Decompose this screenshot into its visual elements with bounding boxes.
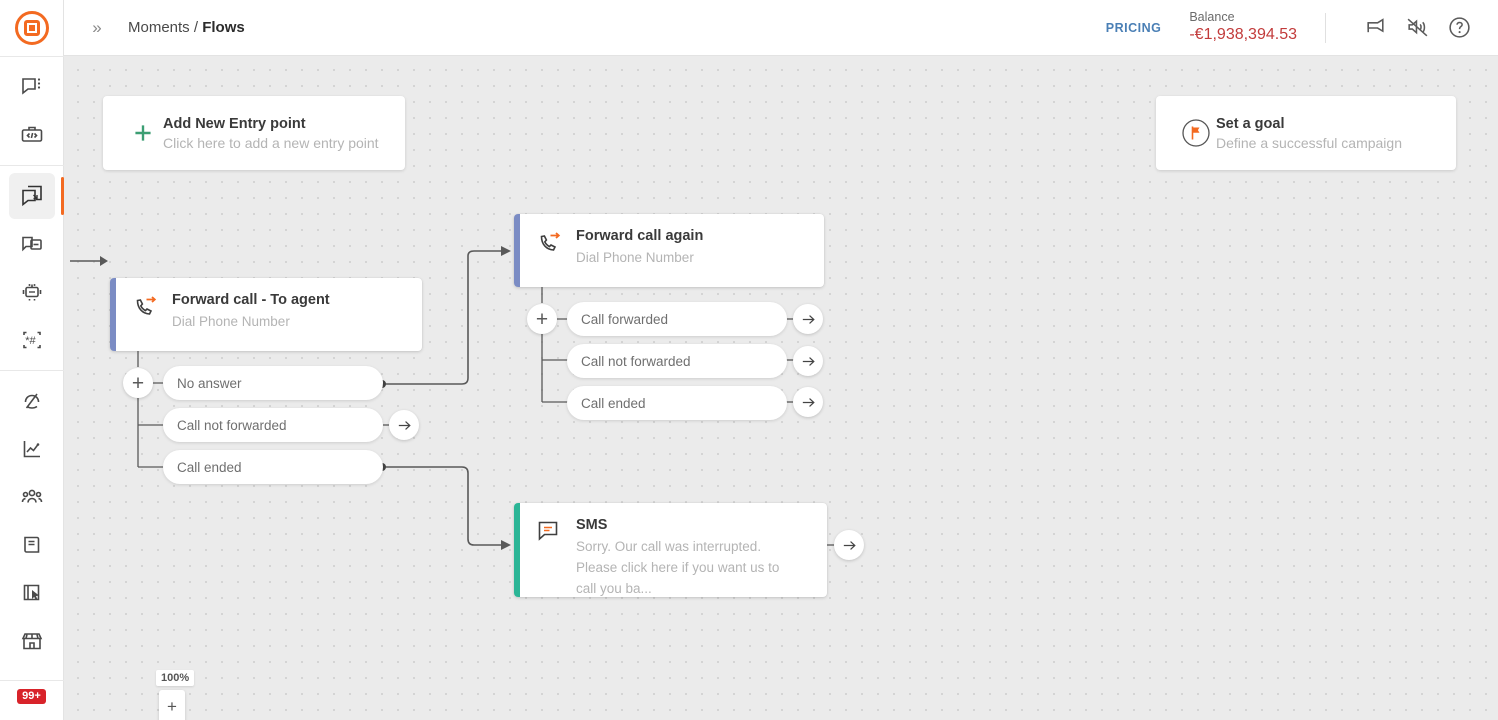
top-bar: » Moments / Flows PRICING Balance -€1,93…: [64, 0, 1498, 56]
mute-icon[interactable]: [1396, 7, 1438, 49]
notification-badge[interactable]: 99+: [17, 689, 46, 704]
sidebar-item-people[interactable]: [9, 474, 55, 520]
book-icon: [20, 533, 44, 557]
sidebar-item-keypad[interactable]: *#: [9, 317, 55, 363]
breadcrumb: Moments / Flows: [128, 19, 245, 36]
infobip-logo-icon: [14, 11, 49, 45]
chat-menu-icon: [20, 75, 44, 99]
flow-canvas[interactable]: Add New Entry point Click here to add a …: [64, 56, 1498, 720]
nav-group-2: *#: [0, 165, 64, 370]
breadcrumb-separator: /: [193, 19, 199, 36]
broadcast-icon: [20, 232, 44, 256]
sidebar-item-templates[interactable]: [9, 570, 55, 616]
pulse-icon: [20, 389, 44, 413]
top-bar-right: PRICING Balance -€1,938,394.53: [1106, 0, 1498, 56]
sidebar-item-conversations[interactable]: [9, 64, 55, 110]
line-chart-icon: [20, 437, 44, 461]
sidebar-item-catalog[interactable]: [9, 522, 55, 568]
zoom-in-button[interactable]: +: [159, 690, 185, 720]
storefront-icon: [20, 629, 44, 653]
breadcrumb-current: Flows: [202, 19, 245, 36]
people-icon: [20, 485, 44, 509]
chevrons-right-icon[interactable]: »: [86, 17, 108, 39]
toolbox-code-icon: [20, 123, 44, 147]
divider: [1325, 12, 1326, 43]
zoom-control: + −: [159, 690, 185, 720]
svg-text:*#: *#: [25, 335, 36, 347]
pricing-link[interactable]: PRICING: [1106, 21, 1162, 35]
megaphone-icon[interactable]: [1354, 7, 1396, 49]
sidebar-item-marketplace[interactable]: [9, 618, 55, 664]
breadcrumb-parent[interactable]: Moments: [128, 19, 190, 36]
help-icon[interactable]: [1438, 7, 1480, 49]
sidebar-item-reports[interactable]: [9, 426, 55, 472]
node-next-button-sms[interactable]: [834, 530, 864, 560]
nav-group-1: [0, 56, 64, 165]
app-logo[interactable]: [0, 0, 64, 56]
sidebar-item-answers-bot[interactable]: [9, 269, 55, 315]
sidebar-item-flows[interactable]: [8, 173, 64, 219]
balance-label: Balance: [1189, 9, 1235, 24]
sidebar-item-analyze[interactable]: [9, 378, 55, 424]
nav-group-3: [0, 370, 64, 671]
flow-builder-app: *# 99+ » Moments / Flows PRICING Balance…: [0, 0, 1498, 720]
keypad-icon: *#: [20, 328, 44, 352]
sidebar-item-broadcast[interactable]: [9, 221, 55, 267]
balance-display[interactable]: Balance -€1,938,394.53: [1189, 10, 1297, 46]
balance-amount: -€1,938,394.53: [1189, 26, 1297, 44]
notification-badge-area: 99+: [0, 680, 64, 720]
template-cursor-icon: [20, 581, 44, 605]
left-nav-rail: *# 99+: [0, 0, 64, 720]
robot-icon: [20, 280, 44, 304]
sms-exit-line: [827, 544, 835, 546]
zoom-level-label: 100%: [156, 670, 195, 686]
sidebar-item-developer-tools[interactable]: [9, 112, 55, 158]
flows-icon: [20, 184, 44, 208]
